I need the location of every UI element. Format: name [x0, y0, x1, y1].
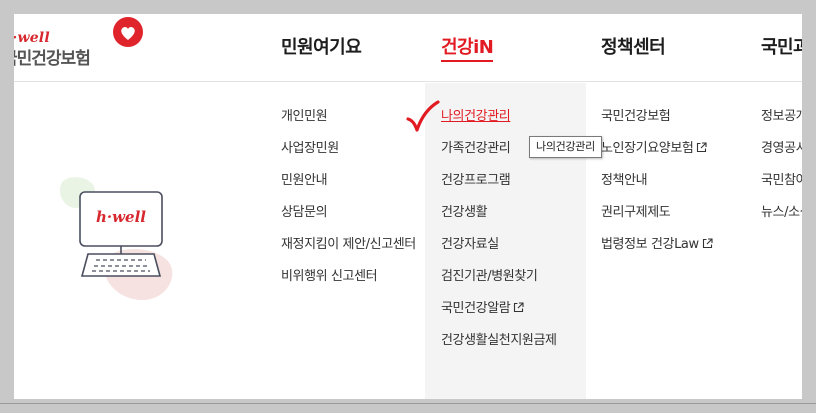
submenu-management-disclosure[interactable]: 경영공시	[761, 139, 802, 159]
submenu-news[interactable]: 뉴스/소식	[761, 203, 802, 223]
page-divider	[0, 403, 816, 404]
checkmark-icon	[406, 100, 440, 132]
submenu-info-disclosure[interactable]: 정보공개	[761, 107, 802, 127]
submenu-misconduct-report[interactable]: 비위행위 신고센터	[281, 267, 421, 287]
submenu-long-term-care-label: 노인장기요양보험	[601, 141, 694, 156]
submenu-health-alarm[interactable]: 국민건강알람	[441, 299, 571, 319]
external-link-icon	[702, 238, 713, 249]
nav-with-citizens[interactable]: 국민과함	[761, 33, 802, 59]
submenu-civil: 개인민원 사업장민원 민원안내 상담문의 재정지킴이 제안/신고센터 비위행위 …	[281, 107, 421, 299]
nav-civil-service[interactable]: 민원여기요	[281, 33, 362, 59]
external-link-icon	[697, 142, 708, 153]
submenu-rights-remedy[interactable]: 권리구제제도	[601, 203, 746, 223]
submenu-health-law[interactable]: 법령정보 건강Law	[601, 235, 746, 255]
submenu-civil-guide[interactable]: 민원안내	[281, 171, 421, 191]
submenu-personal-civil[interactable]: 개인민원	[281, 107, 421, 127]
logo-name-text: 국민건강보험	[14, 49, 91, 69]
gnb-frame: h·well 국민건강보험 민원여기요 건강iN 정책센터 국민과함 h·wel…	[14, 14, 802, 399]
submenu-find-hospital[interactable]: 검진기관/병원찾기	[441, 267, 571, 287]
submenu-long-term-care[interactable]: 노인장기요양보험	[601, 139, 746, 159]
logo[interactable]: h·well 국민건강보험	[14, 16, 143, 72]
submenu-health-law-label: 법령정보 건강Law	[601, 237, 699, 252]
submenu-policy-guide[interactable]: 정책안내	[601, 171, 746, 191]
tooltip: 나의건강관리	[529, 136, 602, 158]
submenu-business-civil[interactable]: 사업장민원	[281, 139, 421, 159]
header: h·well 국민건강보험 민원여기요 건강iN 정책센터 국민과함	[14, 14, 802, 82]
submenu-health-resources[interactable]: 건강자료실	[441, 235, 571, 255]
hwell-computer-illustration: h·well	[54, 172, 194, 302]
heart-icon	[113, 17, 143, 47]
submenu-public-participation[interactable]: 국민참여	[761, 171, 802, 191]
submenu-consultation[interactable]: 상담문의	[281, 203, 421, 223]
nav-policy-center[interactable]: 정책센터	[601, 33, 666, 59]
submenu-nhis[interactable]: 국민건강보험	[601, 107, 746, 127]
submenu-health-program[interactable]: 건강프로그램	[441, 171, 571, 191]
submenu-health-incentive[interactable]: 건강생활실천지원금제	[441, 331, 571, 351]
submenu-together: 정보공개 경영공시 국민참여 뉴스/소식	[761, 107, 802, 235]
submenu-health-alarm-label: 국민건강알람	[441, 301, 511, 316]
illustration-hwell-text: h·well	[96, 208, 146, 226]
submenu-health-life[interactable]: 건강생활	[441, 203, 571, 223]
submenu-policy: 국민건강보험 노인장기요양보험 정책안내 권리구제제도 법령정보 건강Law	[601, 107, 746, 267]
submenu-my-health[interactable]: 나의건강관리	[441, 107, 571, 127]
external-link-icon	[514, 302, 524, 313]
nav-health-in[interactable]: 건강iN	[441, 33, 494, 59]
submenu-finance-guard-report[interactable]: 재정지킴이 제안/신고센터	[281, 235, 421, 255]
nav-active-underline	[441, 60, 493, 62]
